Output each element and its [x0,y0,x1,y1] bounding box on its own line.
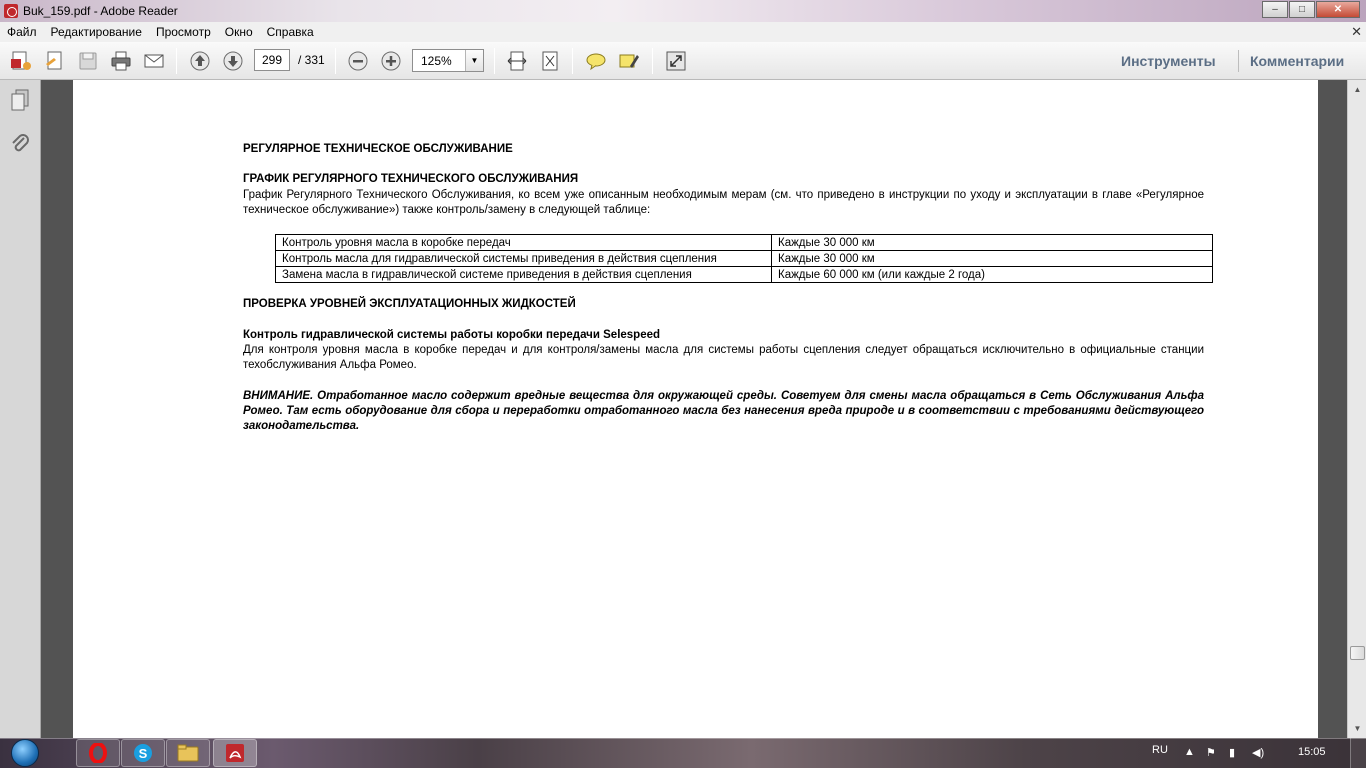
windows-logo-icon [11,739,39,767]
create-pdf-icon[interactable] [8,49,34,73]
comments-pane-button[interactable]: Комментарии [1250,53,1344,69]
table-cell-item: Замена масла в гидравлической системе пр… [275,266,772,283]
menu-edit[interactable]: Редактирование [44,25,149,39]
next-page-icon[interactable] [220,49,246,73]
scrollbar-thumb[interactable] [1350,646,1365,660]
minimize-button[interactable]: – [1262,1,1288,18]
svg-text:S: S [139,746,148,761]
taskbar-skype[interactable]: S [121,739,165,767]
full-screen-icon[interactable] [663,49,689,73]
page-thumbnails-icon[interactable] [8,88,32,112]
adobe-reader-icon [226,744,244,762]
scroll-down-icon[interactable]: ▼ [1350,721,1365,736]
heading-maintenance-schedule: ГРАФИК РЕГУЛЯРНОГО ТЕХНИЧЕСКОГО ОБСЛУЖИВ… [243,173,579,185]
table-row: Контроль уровня масла в коробке передач … [275,234,1213,251]
language-indicator[interactable]: RU [1152,744,1168,756]
window-title: Buk_159.pdf - Adobe Reader [23,4,178,18]
fit-page-icon[interactable] [537,49,563,73]
menu-file[interactable]: Файл [0,25,44,39]
print-icon[interactable] [108,49,134,73]
table-cell-interval: Каждые 60 000 км (или каждые 2 года) [771,266,1213,283]
menu-window[interactable]: Окно [218,25,260,39]
comment-note-icon[interactable] [583,49,609,73]
taskbar-adobe-reader[interactable] [213,739,257,767]
network-icon[interactable]: ▮ [1229,746,1235,759]
paragraph-oil-control: Для контроля уровня масла в коробке пере… [243,344,1204,371]
start-button[interactable] [5,738,45,768]
page-number-input[interactable]: 299 [254,49,290,71]
taskbar-opera[interactable] [76,739,120,767]
menu-help[interactable]: Справка [260,25,321,39]
show-hidden-icons-icon[interactable]: ▲ [1184,746,1195,758]
highlight-icon[interactable] [616,49,642,73]
menu-view[interactable]: Просмотр [149,25,218,39]
window-controls: – □ ✕ [1262,1,1360,18]
navigation-panel [0,80,41,738]
warning-paragraph: ВНИМАНИЕ. Отработанное масло содержит вр… [243,390,1204,432]
zoom-in-icon[interactable] [378,49,404,73]
vertical-scrollbar[interactable]: ▲ ▼ [1347,80,1366,738]
table-row: Контроль масла для гидравлической систем… [275,250,1213,267]
table-cell-interval: Каждые 30 000 км [771,234,1213,251]
heading-regular-maintenance: РЕГУЛЯРНОЕ ТЕХНИЧЕСКОЕ ОБСЛУЖИВАНИЕ [243,143,513,155]
menu-bar: Файл Редактирование Просмотр Окно Справк… [0,22,1366,42]
taskbar-explorer[interactable] [166,739,210,767]
scroll-up-icon[interactable]: ▲ [1350,82,1365,97]
fit-width-icon[interactable] [504,49,530,73]
close-document-icon[interactable]: ✕ [1351,24,1362,40]
table-cell-item: Контроль уровня масла в коробке передач [275,234,772,251]
volume-icon[interactable]: ◀) [1252,746,1264,759]
maintenance-table: Контроль уровня масла в коробке передач … [275,234,1213,283]
title-bar: Buk_159.pdf - Adobe Reader – □ ✕ [0,0,1366,22]
zoom-select[interactable]: 125% ▼ [412,49,484,72]
previous-page-icon[interactable] [187,49,213,73]
action-center-icon[interactable]: ⚑ [1206,746,1216,759]
email-icon[interactable] [141,49,167,73]
heading-fluid-levels: ПРОВЕРКА УРОВНЕЙ ЭКСПЛУАТАЦИОННЫХ ЖИДКОС… [243,298,576,310]
show-desktop-button[interactable] [1350,738,1366,768]
page-total: / 331 [298,53,325,67]
zoom-out-icon[interactable] [345,49,371,73]
document-viewport[interactable]: РЕГУЛЯРНОЕ ТЕХНИЧЕСКОЕ ОБСЛУЖИВАНИЕ ГРАФ… [41,80,1347,738]
close-button[interactable]: ✕ [1316,1,1360,18]
table-row: Замена масла в гидравлической системе пр… [275,266,1213,283]
save-icon[interactable] [75,49,101,73]
chevron-down-icon[interactable]: ▼ [465,50,483,71]
opera-icon [89,743,107,763]
adobe-reader-icon [4,4,18,18]
table-cell-interval: Каждые 30 000 км [771,250,1213,267]
clock[interactable]: 15:05 [1298,746,1326,758]
table-cell-item: Контроль масла для гидравлической систем… [275,250,772,267]
paragraph-schedule-intro: График Регулярного Технического Обслужив… [243,189,1204,216]
edit-pdf-icon[interactable] [42,49,68,73]
skype-icon: S [134,744,152,762]
tools-pane-button[interactable]: Инструменты [1121,53,1216,69]
zoom-value: 125% [421,54,452,68]
heading-selespeed-check: Контроль гидравлической системы работы к… [243,329,661,341]
maximize-button[interactable]: □ [1289,1,1315,18]
pdf-page: РЕГУЛЯРНОЕ ТЕХНИЧЕСКОЕ ОБСЛУЖИВАНИЕ ГРАФ… [73,80,1318,738]
attachments-icon[interactable] [8,132,32,156]
folder-icon [177,744,199,762]
